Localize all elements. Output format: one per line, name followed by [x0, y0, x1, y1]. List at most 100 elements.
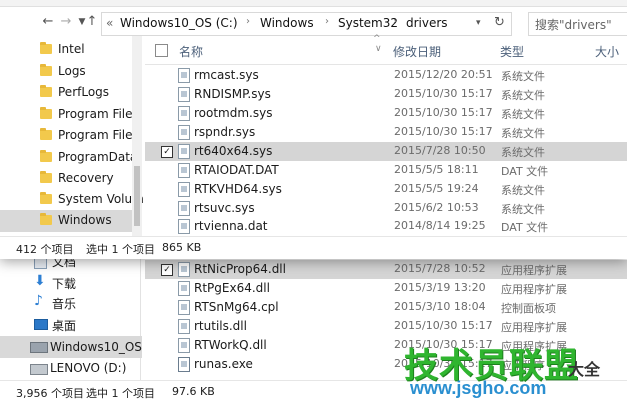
exe-file-icon	[178, 357, 190, 372]
file-type: 控制面板项	[501, 302, 556, 315]
file-row[interactable]: RtPgEx64.dll 2015/3/19 13:20 应用程序扩展	[145, 279, 627, 298]
file-row[interactable]: RTKVHD64.sys 2015/5/5 19:24 系统文件	[145, 180, 627, 199]
file-row[interactable]: ✓ RtNicProp64.dll 2015/7/28 10:52 应用程序扩展	[145, 260, 627, 279]
select-all-checkbox[interactable]	[155, 44, 168, 57]
file-type: 应用程序扩展	[501, 321, 567, 334]
file-name: rootmdm.sys	[194, 106, 273, 120]
column-dropdown-icon[interactable]: ∨	[375, 44, 382, 54]
nav-item-recovery[interactable]: Recovery	[0, 168, 142, 189]
nav-item-perflogs[interactable]: PerfLogs	[0, 82, 142, 103]
nav-item-programdata[interactable]: ProgramData	[0, 147, 142, 168]
nav-item-downloads[interactable]: ⬇ 下载	[0, 272, 142, 293]
nav-item-lenovo-d[interactable]: LENOVO (D:)	[0, 358, 142, 379]
root-chevron[interactable]: «	[106, 16, 113, 30]
column-date[interactable]: 修改日期	[393, 43, 441, 60]
folder-icon	[40, 42, 52, 54]
search-box[interactable]: 搜索"drivers"	[528, 12, 627, 36]
nav-item-intel[interactable]: Intel	[0, 39, 142, 60]
selection-size: 97.6 KB	[172, 385, 215, 398]
file-name: RTAIODAT.DAT	[194, 163, 279, 177]
nav-item-desktop[interactable]: 桌面	[0, 314, 142, 335]
file-row[interactable]: rtutils.dll 2015/10/30 15:17 应用程序扩展	[145, 317, 627, 336]
dll-file-icon	[178, 338, 190, 353]
nav-scrollbar[interactable]	[132, 36, 142, 236]
breadcrumb-system32[interactable]: System32	[338, 16, 398, 30]
file-name: rtvienna.dat	[194, 219, 268, 233]
file-name: rspndr.sys	[194, 125, 256, 139]
back-arrow-icon[interactable]: ←	[40, 14, 56, 30]
nav-item-label: 下载	[52, 277, 77, 291]
nav-item-label: 音乐	[52, 297, 77, 311]
music-note-icon: ♪	[34, 293, 43, 309]
nav-item-label: Recovery	[58, 171, 114, 185]
nav-item-system-volume[interactable]: System Volum	[0, 189, 144, 210]
drive-icon	[30, 342, 48, 353]
file-row[interactable]: RTAIODAT.DAT 2015/5/5 18:11 DAT 文件	[145, 161, 627, 180]
file-date: 2015/5/5 18:11	[394, 163, 479, 176]
column-size[interactable]: 大小	[595, 43, 619, 60]
file-name: rmcast.sys	[194, 68, 259, 82]
file-row[interactable]: RNDISMP.sys 2015/10/30 15:17 系统文件	[145, 85, 627, 104]
address-bar[interactable]: « Windows10_OS (C:) › Windows › System32…	[101, 12, 512, 36]
nav-item-windows10-os[interactable]: Windows10_OS	[0, 336, 142, 358]
up-arrow-icon[interactable]: ↑	[84, 14, 100, 30]
file-date: 2015/7/28 10:50	[394, 144, 486, 157]
file-row[interactable]: rtvienna.dat 2014/8/14 19:25 DAT 文件	[145, 217, 627, 236]
address-row: ← → ▼ ↑ « Windows10_OS (C:) › Windows › …	[0, 8, 627, 36]
nav-item-label: Program Files	[58, 128, 139, 142]
watermark-suffix: 大全	[568, 360, 601, 379]
nav-scroll-thumb[interactable]	[134, 166, 140, 226]
search-input[interactable]: 搜索"drivers"	[535, 16, 612, 33]
sys-file-icon	[178, 144, 190, 159]
file-row[interactable]: rootmdm.sys 2015/10/30 15:17 系统文件	[145, 104, 627, 123]
row-checkbox[interactable]: ✓	[161, 146, 173, 158]
file-type: 系统文件	[501, 184, 545, 197]
file-row[interactable]: rspndr.sys 2015/10/30 15:17 系统文件	[145, 123, 627, 142]
folder-icon	[40, 85, 52, 97]
nav-item-program-files[interactable]: Program Files	[0, 104, 142, 125]
breadcrumb-windows[interactable]: Windows	[260, 16, 314, 30]
breadcrumb-separator-icon[interactable]: ›	[246, 16, 250, 27]
nav-item-program-files-x86[interactable]: Program Files	[0, 125, 142, 146]
front-explorer-window: ← → ▼ ↑ « Windows10_OS (C:) › Windows › …	[0, 0, 627, 259]
breadcrumb-drive[interactable]: Windows10_OS (C:)	[120, 16, 238, 30]
address-dropdown-icon[interactable]: ▾	[476, 18, 481, 28]
breadcrumb-separator-icon[interactable]: ›	[325, 16, 329, 27]
file-date: 2014/8/14 19:25	[394, 219, 486, 232]
file-row[interactable]: rtsuvc.sys 2015/6/2 10:53 系统文件	[145, 199, 627, 218]
file-date: 2015/3/19 13:20	[394, 281, 486, 294]
file-type: 应用程序扩展	[501, 283, 567, 296]
file-date: 2015/6/2 10:53	[394, 201, 479, 214]
file-row[interactable]: rmcast.sys 2015/12/20 20:51 系统文件	[145, 66, 627, 85]
forward-arrow-icon[interactable]: →	[58, 14, 74, 30]
nav-item-label: ProgramData	[58, 150, 138, 164]
column-name[interactable]: 名称	[179, 43, 203, 60]
breadcrumb-drivers[interactable]: drivers	[406, 16, 448, 30]
nav-item-windows[interactable]: Windows	[0, 210, 142, 232]
file-type: 系统文件	[501, 108, 545, 121]
selection-size: 865 KB	[162, 241, 202, 254]
nav-item-label: Intel	[58, 42, 85, 56]
title-strip	[0, 0, 627, 7]
selection-count: 选中 1 个项目	[86, 243, 155, 256]
dat-file-icon	[178, 219, 190, 234]
desktop-icon	[34, 319, 48, 330]
nav-item-music[interactable]: ♪ 音乐	[0, 292, 142, 313]
refresh-icon[interactable]: ↻	[494, 15, 505, 30]
file-name: runas.exe	[194, 357, 253, 371]
folder-icon	[40, 64, 52, 76]
nav-item-logs[interactable]: Logs	[0, 61, 142, 82]
file-list: ^ 名称 ∨ 修改日期 类型 大小 rmcast.sys 2015/12/20 …	[145, 34, 627, 236]
file-row[interactable]: RTSnMg64.cpl 2015/3/10 18:04 控制面板项	[145, 298, 627, 317]
file-type: 系统文件	[501, 203, 545, 216]
row-checkbox[interactable]: ✓	[161, 264, 173, 276]
front-status-bar: 412 个项目 选中 1 个项目 865 KB	[0, 236, 627, 259]
nav-item-label: PerfLogs	[58, 85, 110, 99]
file-name: RTSnMg64.cpl	[194, 300, 279, 314]
file-row-selected[interactable]: ✓ rt640x64.sys 2015/7/28 10:50 系统文件	[145, 142, 627, 161]
column-type[interactable]: 类型	[500, 43, 524, 60]
file-date: 2015/5/5 19:24	[394, 182, 479, 195]
navigation-pane: Intel Logs PerfLogs Program Files Progra…	[0, 36, 144, 236]
breadcrumb-separator-icon[interactable]: ›	[393, 16, 397, 27]
item-count: 412 个项目	[16, 243, 74, 256]
